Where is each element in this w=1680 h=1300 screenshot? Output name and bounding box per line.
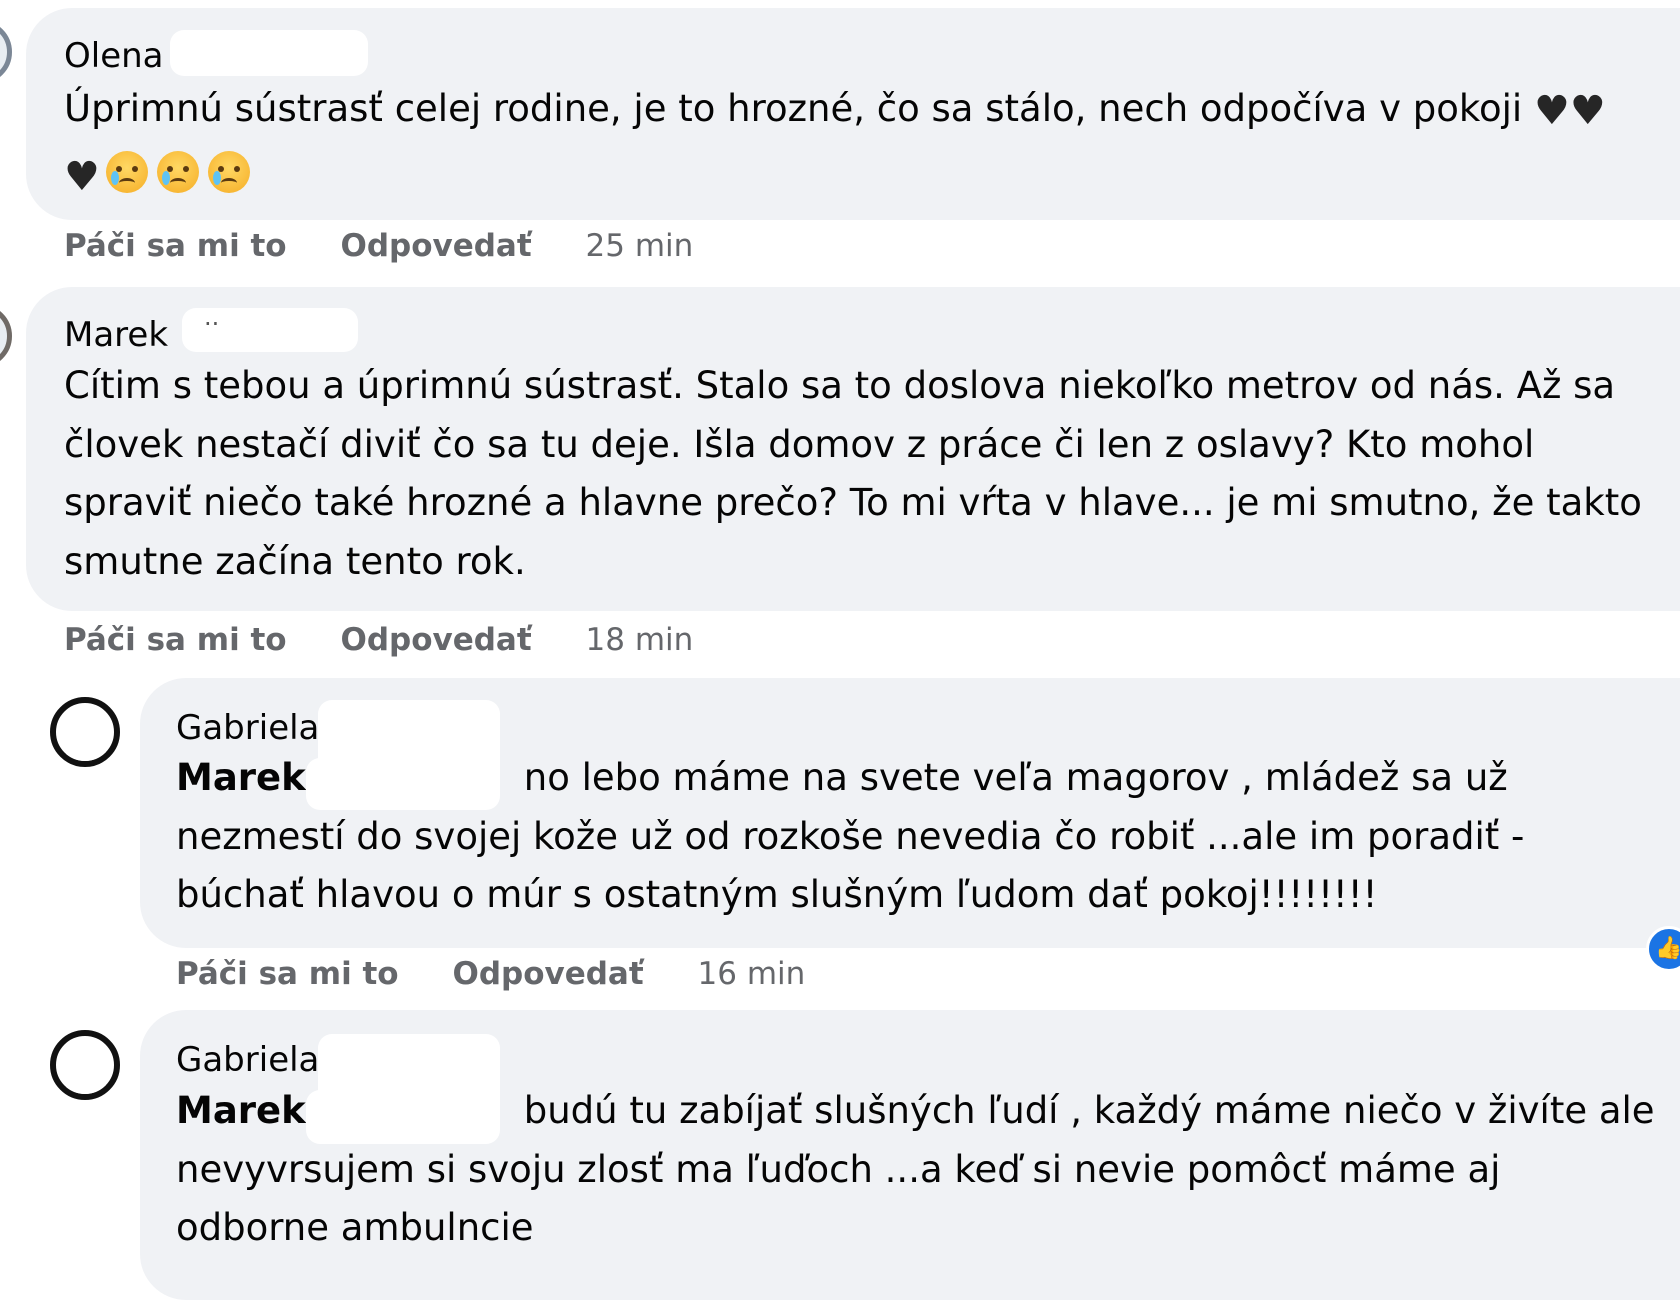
timestamp[interactable]: 16 min	[698, 956, 806, 992]
crying-face-icon	[207, 151, 250, 193]
comment-author[interactable]: Olena	[64, 36, 164, 76]
redacted-area	[306, 758, 496, 810]
reply-link[interactable]: Odpovedať	[340, 622, 531, 658]
avatar[interactable]	[0, 304, 12, 368]
comment-emoji-line: ♥	[64, 146, 259, 205]
black-heart-icon: ♥	[64, 154, 100, 200]
reply-link[interactable]: Odpovedať	[452, 956, 643, 992]
black-heart-icon: ♥	[1533, 88, 1570, 134]
author-fragment: ··	[204, 310, 220, 338]
avatar[interactable]	[50, 1030, 120, 1100]
comment-actions: Páči sa mi to Odpovedať 18 min	[64, 622, 693, 658]
reply-author[interactable]: Gabriela	[176, 708, 319, 748]
mention-link[interactable]: Marek	[176, 1089, 306, 1132]
timestamp[interactable]: 25 min	[586, 228, 694, 264]
reply-author[interactable]: Gabriela	[176, 1040, 319, 1080]
comment-author[interactable]: Marek	[64, 315, 168, 355]
comment-text: Úprimnú sústrasť celej rodine, je to hro…	[64, 87, 1606, 134]
like-link[interactable]: Páči sa mi to	[176, 956, 399, 992]
avatar[interactable]	[0, 20, 12, 84]
reply-link[interactable]: Odpovedať	[340, 228, 531, 264]
reply-actions: Páči sa mi to Odpovedať 16 min	[176, 956, 805, 992]
redacted-area	[170, 30, 368, 76]
like-link[interactable]: Páči sa mi to	[64, 622, 287, 658]
comment-actions: Páči sa mi to Odpovedať 25 min	[64, 228, 693, 264]
like-link[interactable]: Páči sa mi to	[64, 228, 287, 264]
like-icon[interactable]: 👍	[1646, 926, 1680, 972]
avatar[interactable]	[50, 697, 120, 767]
crying-face-icon	[156, 151, 199, 193]
crying-face-icon	[105, 151, 148, 193]
timestamp[interactable]: 18 min	[586, 622, 694, 658]
black-heart-icon: ♥	[1569, 88, 1606, 134]
mention-link[interactable]: Marek	[176, 756, 306, 799]
comment-text: Cítim s tebou a úprimnú sústrasť. Stalo …	[64, 364, 1642, 583]
redacted-area	[306, 1090, 500, 1144]
